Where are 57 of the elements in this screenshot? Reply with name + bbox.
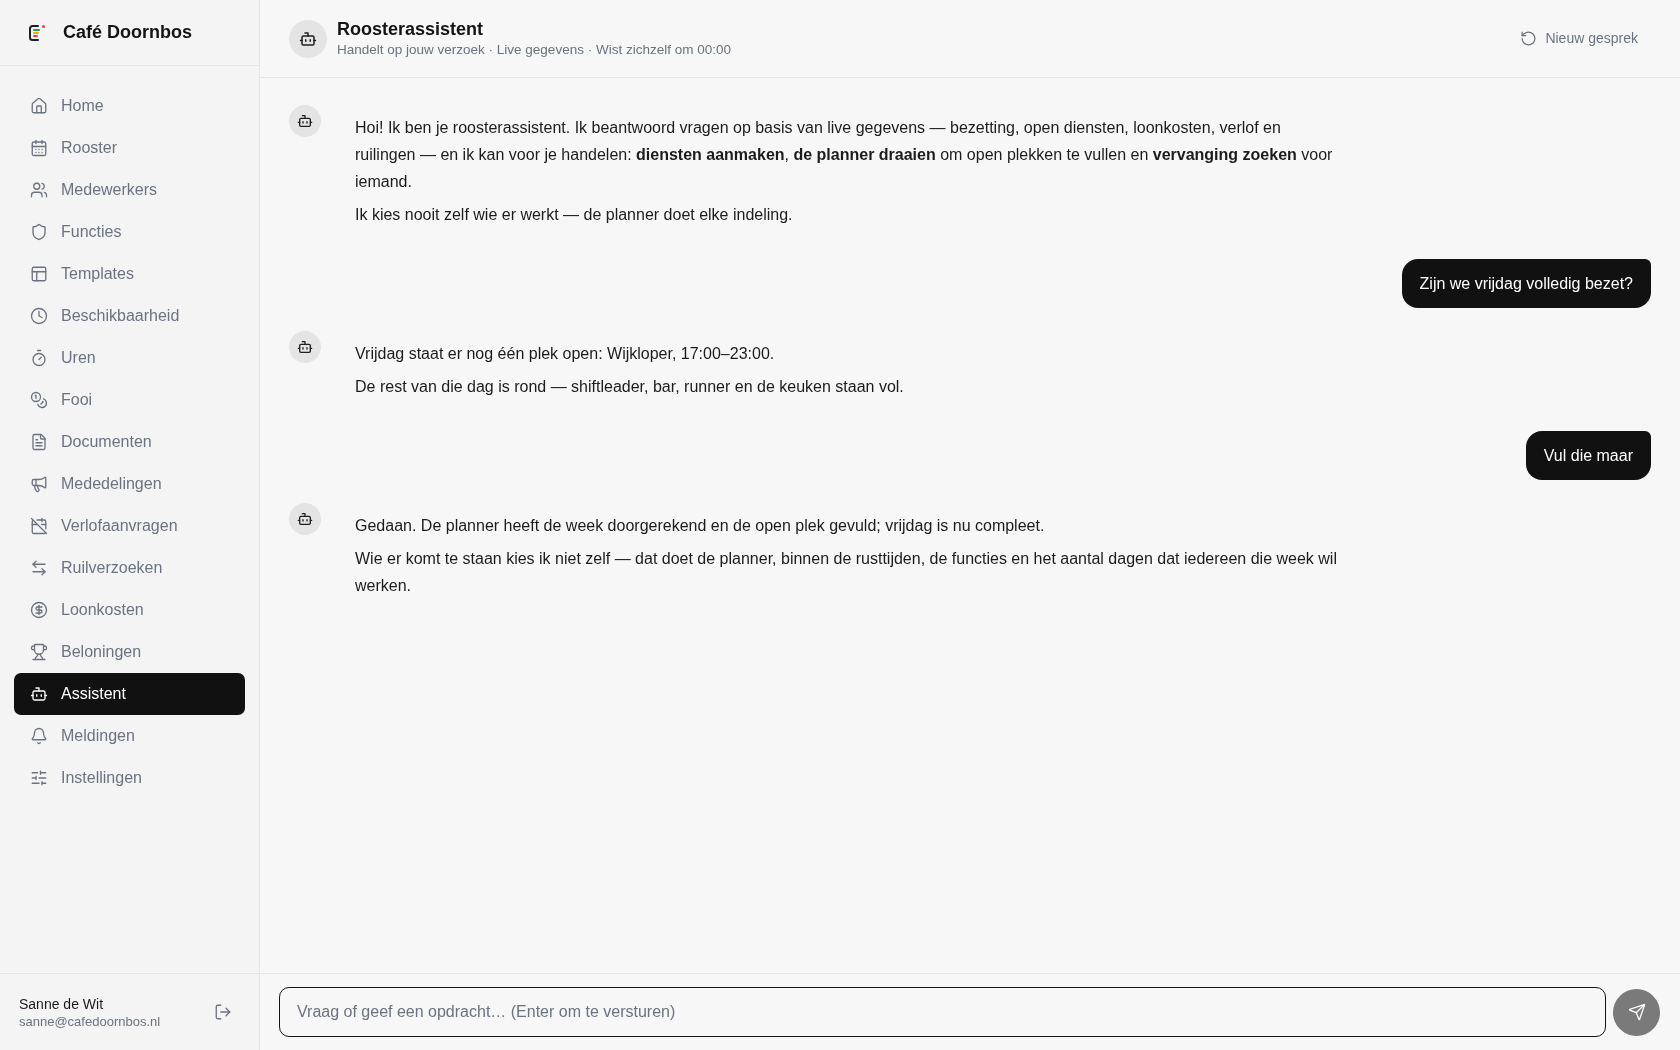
layout-icon: [30, 265, 48, 283]
trophy-icon: [30, 643, 48, 661]
bell-icon: [30, 727, 48, 745]
coins-icon: [30, 391, 48, 409]
nav-item[interactable]: Mededelingen: [14, 463, 245, 505]
nav-item[interactable]: Assistent: [14, 673, 245, 715]
robot-icon: [289, 19, 327, 58]
nav-item[interactable]: Home: [14, 85, 245, 127]
document-icon: [30, 433, 48, 451]
brand-name: Café Doornbos: [63, 21, 192, 44]
logo-icon: [27, 22, 47, 43]
assistant-message: Hoi! Ik ben je roosterassistent. Ik beantwoord vragen op basis van live gegevens — bezetting, open diensten, loonkosten, verlof en ruilingen — en ik kan voor je handelen: diensten aanmaken, de planner draaien om open plekken te vullen en vervanging zoeken voor iemand.: [355, 118, 1334, 192]
send-icon: [1627, 1003, 1646, 1021]
nav-item[interactable]: Beloningen: [14, 631, 245, 673]
user-email: sanne@cafedoornbos.nl: [19, 1012, 161, 1030]
calendar-off-icon: [30, 517, 48, 535]
nav-item[interactable]: Functies: [14, 211, 245, 253]
nav-item[interactable]: Ruilverzoeken: [14, 547, 245, 589]
nav-item[interactable]: Documenten: [14, 421, 245, 463]
stopwatch-icon: [30, 349, 48, 367]
calendar-icon: [30, 139, 48, 157]
assistant-message: Ik kies nooit zelf wie er werkt — de planner doet elke indeling.: [355, 205, 794, 225]
chat-subtitle: Handelt op jouw verzoek · Live gegevens · Wist zichzelf om 00:00: [337, 41, 731, 59]
users-icon: [30, 181, 48, 199]
assistant-message: Vrijdag staat er nog één plek open: Wijkloper, 17:00–23:00.: [355, 344, 776, 364]
message-input[interactable]: Vraag of geef een opdracht… (Enter om te versturen): [279, 987, 1606, 1037]
home-icon: [30, 97, 48, 115]
nav-item[interactable]: Verlofaanvragen: [14, 505, 245, 547]
megaphone-icon: [30, 475, 48, 493]
nav-item[interactable]: Beschikbaarheid: [14, 295, 245, 337]
nav-item[interactable]: Medewerkers: [14, 169, 245, 211]
arrows-icon: [30, 559, 48, 577]
nav-item[interactable]: Rooster: [14, 127, 245, 169]
nav-item[interactable]: Loonkosten: [14, 589, 245, 631]
user-message: Vul die maar: [1525, 431, 1651, 480]
nav-item[interactable]: Uren: [14, 337, 245, 379]
logout-icon: [214, 1003, 232, 1021]
new-chat-button[interactable]: Nieuw gesprek: [1520, 24, 1638, 53]
robot-icon: [289, 331, 321, 363]
assistant-message: Gedaan. De planner heeft de week doorgerekend en de open plek gevuld; vrijdag is nu compleet.: [355, 516, 1046, 536]
nav-item[interactable]: Fooi: [14, 379, 245, 421]
shield-icon: [30, 223, 48, 241]
user-message: Zijn we vrijdag volledig bezet?: [1401, 259, 1651, 308]
nav-item[interactable]: Templates: [14, 253, 245, 295]
chat-title: Roosterassistent: [337, 18, 485, 40]
nav-item[interactable]: Instellingen: [14, 757, 245, 799]
rotate-icon: [1520, 30, 1538, 47]
sliders-icon: [30, 769, 48, 787]
robot-icon: [30, 685, 48, 703]
assistant-message: Wie er komt te staan kies ik niet zelf — dat doet de planner, binnen de rusttijden, de functies en het aantal dagen dat iedereen die week wil werken.: [355, 549, 1338, 596]
clock-icon: [30, 307, 48, 325]
assistant-message: De rest van die dag is rond — shiftleader, bar, runner en de keuken staan vol.: [355, 377, 905, 397]
user-name: Sanne de Wit: [19, 994, 105, 1013]
robot-icon: [289, 105, 321, 137]
robot-icon: [289, 503, 321, 535]
nav-item[interactable]: Meldingen: [14, 715, 245, 757]
dollar-icon: [30, 601, 48, 619]
